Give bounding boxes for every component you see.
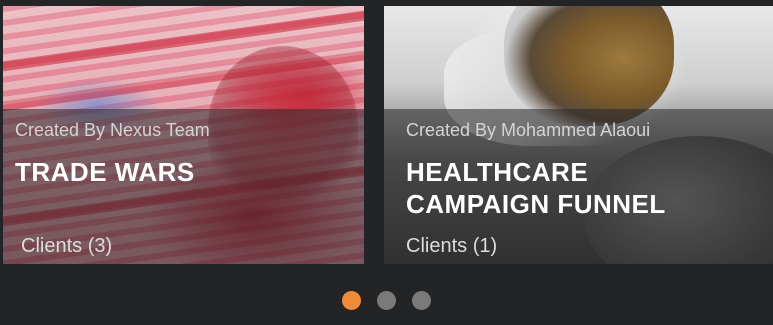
card-creator: Created By Mohammed Alaoui [406,120,651,140]
card-title: TRADE WARS [15,157,195,187]
pagination-dot-3[interactable] [412,291,431,310]
project-card-trade-wars[interactable]: Created By Nexus Team TRADE WARS Clients… [3,6,364,264]
project-carousel: Created By Nexus Team TRADE WARS Clients… [0,0,773,325]
card-clients-count: Clients (3) [21,235,113,257]
card-creator: Created By Nexus Team [15,120,210,140]
project-card-healthcare-campaign-funnel[interactable]: Created By Mohammed Alaoui HEALTHCARE CA… [384,6,773,264]
card-clients-count: Clients (1) [406,235,498,257]
pagination-dot-1[interactable] [342,291,361,310]
pagination-dot-2[interactable] [377,291,396,310]
carousel-pagination [0,291,773,310]
card-title: HEALTHCARE CAMPAIGN FUNNEL [406,157,666,219]
